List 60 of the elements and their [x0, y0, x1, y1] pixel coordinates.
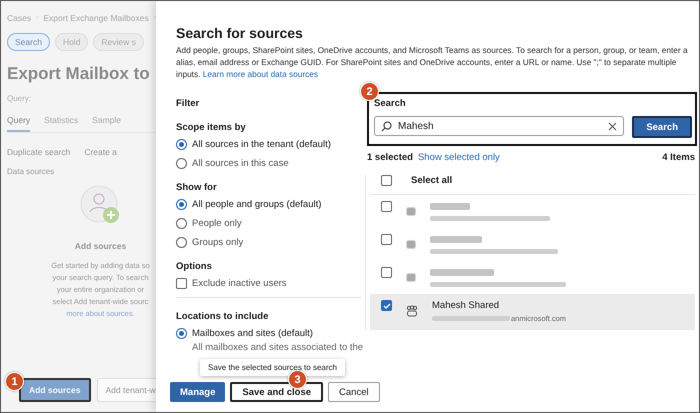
group-title: Show for [176, 182, 218, 194]
search-button[interactable]: Search [632, 116, 692, 138]
description-text: alias, email address or Exchange GUID. For SharePoint sites and OneDrive accounts, enter a URL or name. Use ";" to separate multiple [176, 57, 676, 68]
checkbox[interactable] [176, 278, 187, 290]
breadcrumb-item[interactable]: Cases [7, 13, 32, 23]
radio-button[interactable] [176, 328, 187, 340]
result-name: Mahesh Shared [432, 300, 500, 312]
add-sources-button[interactable]: Add tenant-w [96, 378, 156, 402]
checkbox[interactable] [381, 201, 392, 212]
search-icon [381, 120, 392, 132]
checkbox[interactable] [381, 234, 392, 246]
clear-icon[interactable] [608, 122, 618, 131]
toolbar-item[interactable]: Duplicate search [7, 147, 70, 157]
toolbar-item[interactable]: Create a [84, 147, 117, 157]
group-icon [406, 305, 418, 318]
footer-button[interactable]: Manage [170, 382, 226, 402]
tab[interactable]: Statistics [44, 115, 78, 132]
checkbox[interactable] [381, 300, 392, 312]
option-label: Exclude inactive users [192, 278, 287, 290]
show-selected-link[interactable]: Show selected only [418, 152, 500, 164]
option-label: Groups only [192, 237, 244, 248]
tab[interactable]: Sample [92, 115, 121, 132]
checkbox[interactable] [381, 175, 392, 186]
empty-title: Add sources [74, 240, 126, 253]
footer-button[interactable]: Save and close [230, 382, 324, 402]
option-label: Mailboxes and sites (default) [192, 328, 313, 340]
add-sources-button[interactable]: Add sources [19, 378, 90, 402]
filter-title: Filter [176, 98, 200, 110]
filter-chip[interactable]: Search [7, 33, 50, 51]
radio-button[interactable] [176, 139, 187, 150]
radio-button[interactable] [176, 237, 187, 248]
section-title: Data sources [7, 167, 56, 176]
selection-count: 1 selected [367, 152, 413, 164]
query-label: Query: [7, 94, 32, 103]
group-title: Scope items by [176, 122, 247, 134]
option-label: People only [192, 218, 242, 230]
filter-chip[interactable]: Review s [93, 33, 144, 51]
radio-button[interactable] [176, 199, 187, 210]
group-title: Options [176, 261, 213, 272]
radio-button[interactable] [176, 218, 187, 230]
option-note: All mailboxes and sites associated to the [192, 342, 361, 354]
footer-button[interactable]: Cancel [328, 382, 380, 402]
page-title: Export Mailbox to [7, 64, 151, 84]
panel-title: Search for sources [176, 25, 304, 41]
filter-chip[interactable]: Hold [54, 33, 88, 51]
option-label: All sources in this case [192, 158, 289, 170]
radio-button[interactable] [176, 158, 187, 170]
group-title: Locations to include [176, 311, 270, 322]
option-label: All sources in the tenant (default) [192, 139, 331, 150]
description-text: Add people, groups, SharePoint sites, OneDrive accounts, and Microsoft Teams as sources. To search for a person, group, or team, enter a [176, 45, 688, 55]
option-label: All people and groups (default) [192, 199, 322, 210]
select-all-label: Select all [411, 175, 452, 186]
breadcrumb-item[interactable]: Export Exchange Mailboxes [43, 13, 149, 23]
tab[interactable]: Query [7, 115, 30, 132]
search-field[interactable]: Mahesh [374, 116, 624, 136]
item-count: 4 Items [662, 152, 695, 164]
checkbox[interactable] [381, 267, 392, 278]
tooltip: Save the selected sources to search [200, 359, 345, 376]
learn-more-link[interactable]: Learn more about data sources [202, 69, 318, 80]
description-text: inputs. [176, 69, 200, 80]
